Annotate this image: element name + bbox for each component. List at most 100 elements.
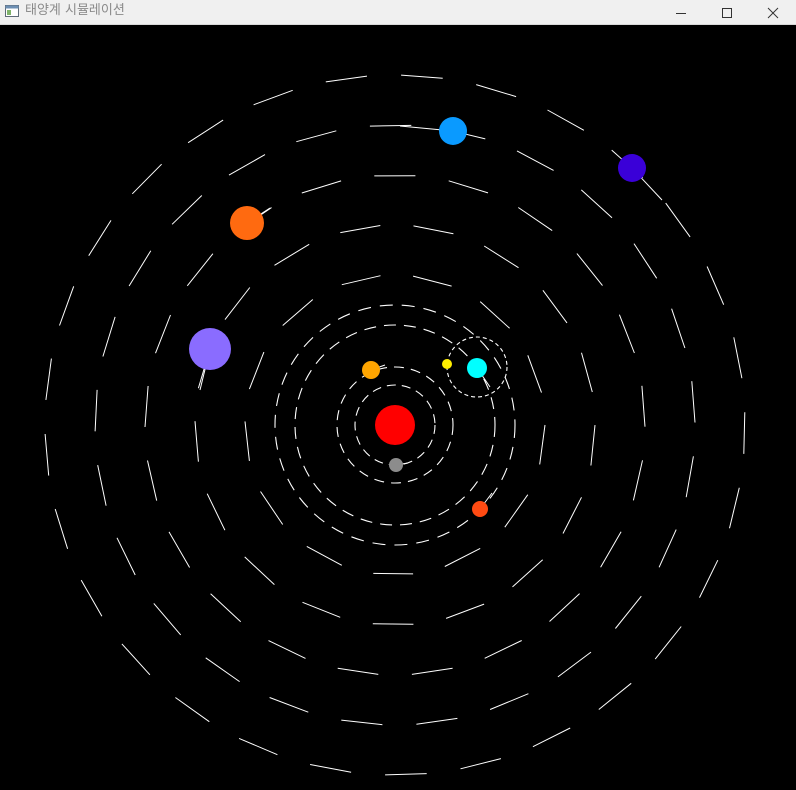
orbit-segment [310,764,352,773]
orbit-segment [733,337,743,379]
orbit-segment [206,493,226,531]
orbit-segment [147,460,158,501]
planet-indigo [618,154,646,182]
orbit-segment [699,559,719,598]
sun [375,405,415,445]
orbit-segment [590,425,596,466]
orbit-segment [445,603,485,619]
app-window-icon [5,5,19,17]
orbit-segment [268,640,306,659]
orbit-segment [483,245,519,269]
minimize-icon [676,12,686,14]
orbit-segment [244,556,275,585]
orbit-segment [171,195,203,225]
orbit-segment [337,667,379,675]
orbit-segment [210,593,242,623]
orbit-segment [116,537,136,576]
planet-sky-blue [439,117,467,145]
orbit-segment [489,693,529,710]
orbit-segment [706,266,725,305]
orbit-segment [413,225,454,235]
orbit-segment [549,593,580,622]
orbit-segment [632,460,643,501]
orbit-segment [194,421,199,462]
orbit-segment [512,559,544,588]
orbit-segment [743,412,746,454]
orbit-segment [59,286,75,326]
orbit-segment [580,189,613,219]
orbit-segment [557,651,592,678]
window-title: 태양계 시뮬레이션 [25,3,125,18]
orbit-segment [598,682,632,710]
orbit-segment [729,487,740,529]
orbit-segment [618,314,635,354]
orbit-segment [94,389,98,432]
simulation-canvas[interactable] [0,25,796,790]
orbit-segment [80,579,103,617]
orbit-segment [539,424,546,465]
orbit-segment [44,433,50,476]
orbit-segment [238,737,278,756]
orbit-segment [576,253,603,286]
orbit-segment [325,75,368,83]
orbit-segment [516,150,554,171]
orbit-segment [665,202,691,238]
orbit-segment [102,316,116,357]
planet-red-orange [472,501,488,517]
orbit-segment [691,381,696,423]
orbit-segment [45,358,52,400]
orbit-segment [412,275,452,287]
orbit-segment [282,299,314,326]
orbit-segment [504,494,529,528]
close-button[interactable] [750,0,796,25]
orbit-segment [274,243,310,266]
orbit-segment [581,352,593,393]
orbit-segment [633,243,658,279]
planet-orange [230,206,264,240]
orbit-segment [131,163,162,195]
orbit-segment [121,643,151,676]
orbit-segment [532,727,571,748]
orbit-segment [168,531,191,568]
orbit-segment [260,491,284,525]
orbit-segment [401,74,443,79]
moon [389,458,403,472]
orbit-segment [341,719,383,726]
orbit-segment [385,773,427,776]
orbit-segment [411,667,453,675]
title-bar[interactable]: 태양계 시뮬레이션 [0,0,796,25]
orbit-segment [527,355,542,393]
orbit-segment [685,456,694,498]
orbit-segment [484,640,522,659]
orbit-segment [460,758,502,770]
orbit-segment [476,84,517,98]
orbit-segment [155,314,171,354]
orbit-segment [341,275,381,286]
orbit-segment [340,225,381,234]
celestial-bodies [189,117,663,517]
orbit-segment [205,657,240,683]
orbit-segment [228,154,266,176]
planet-gold [362,361,380,379]
orbit-segment [269,697,309,713]
orbit-segment [306,545,343,566]
orbit-segment [153,603,182,636]
orbit-segment [144,385,149,428]
orbit-segment [224,287,251,320]
orbit-segment [296,130,337,143]
orbit-segment [547,109,585,131]
maximize-button[interactable] [704,0,750,25]
minimize-button[interactable] [658,0,704,25]
orbit-segment [641,385,646,427]
app-window: 태양계 시뮬레이션 [0,0,796,790]
planet-yellow [442,359,452,369]
orbit-segment [187,119,224,144]
orbit-segment [518,207,553,232]
orbit-segment [654,626,682,660]
orbit-segment [416,717,458,725]
orbit-segment [562,497,582,534]
orbit-segment [186,253,214,287]
orbit-segment [128,250,152,287]
orbit-segment [658,529,677,568]
orbit-segment [253,89,293,106]
